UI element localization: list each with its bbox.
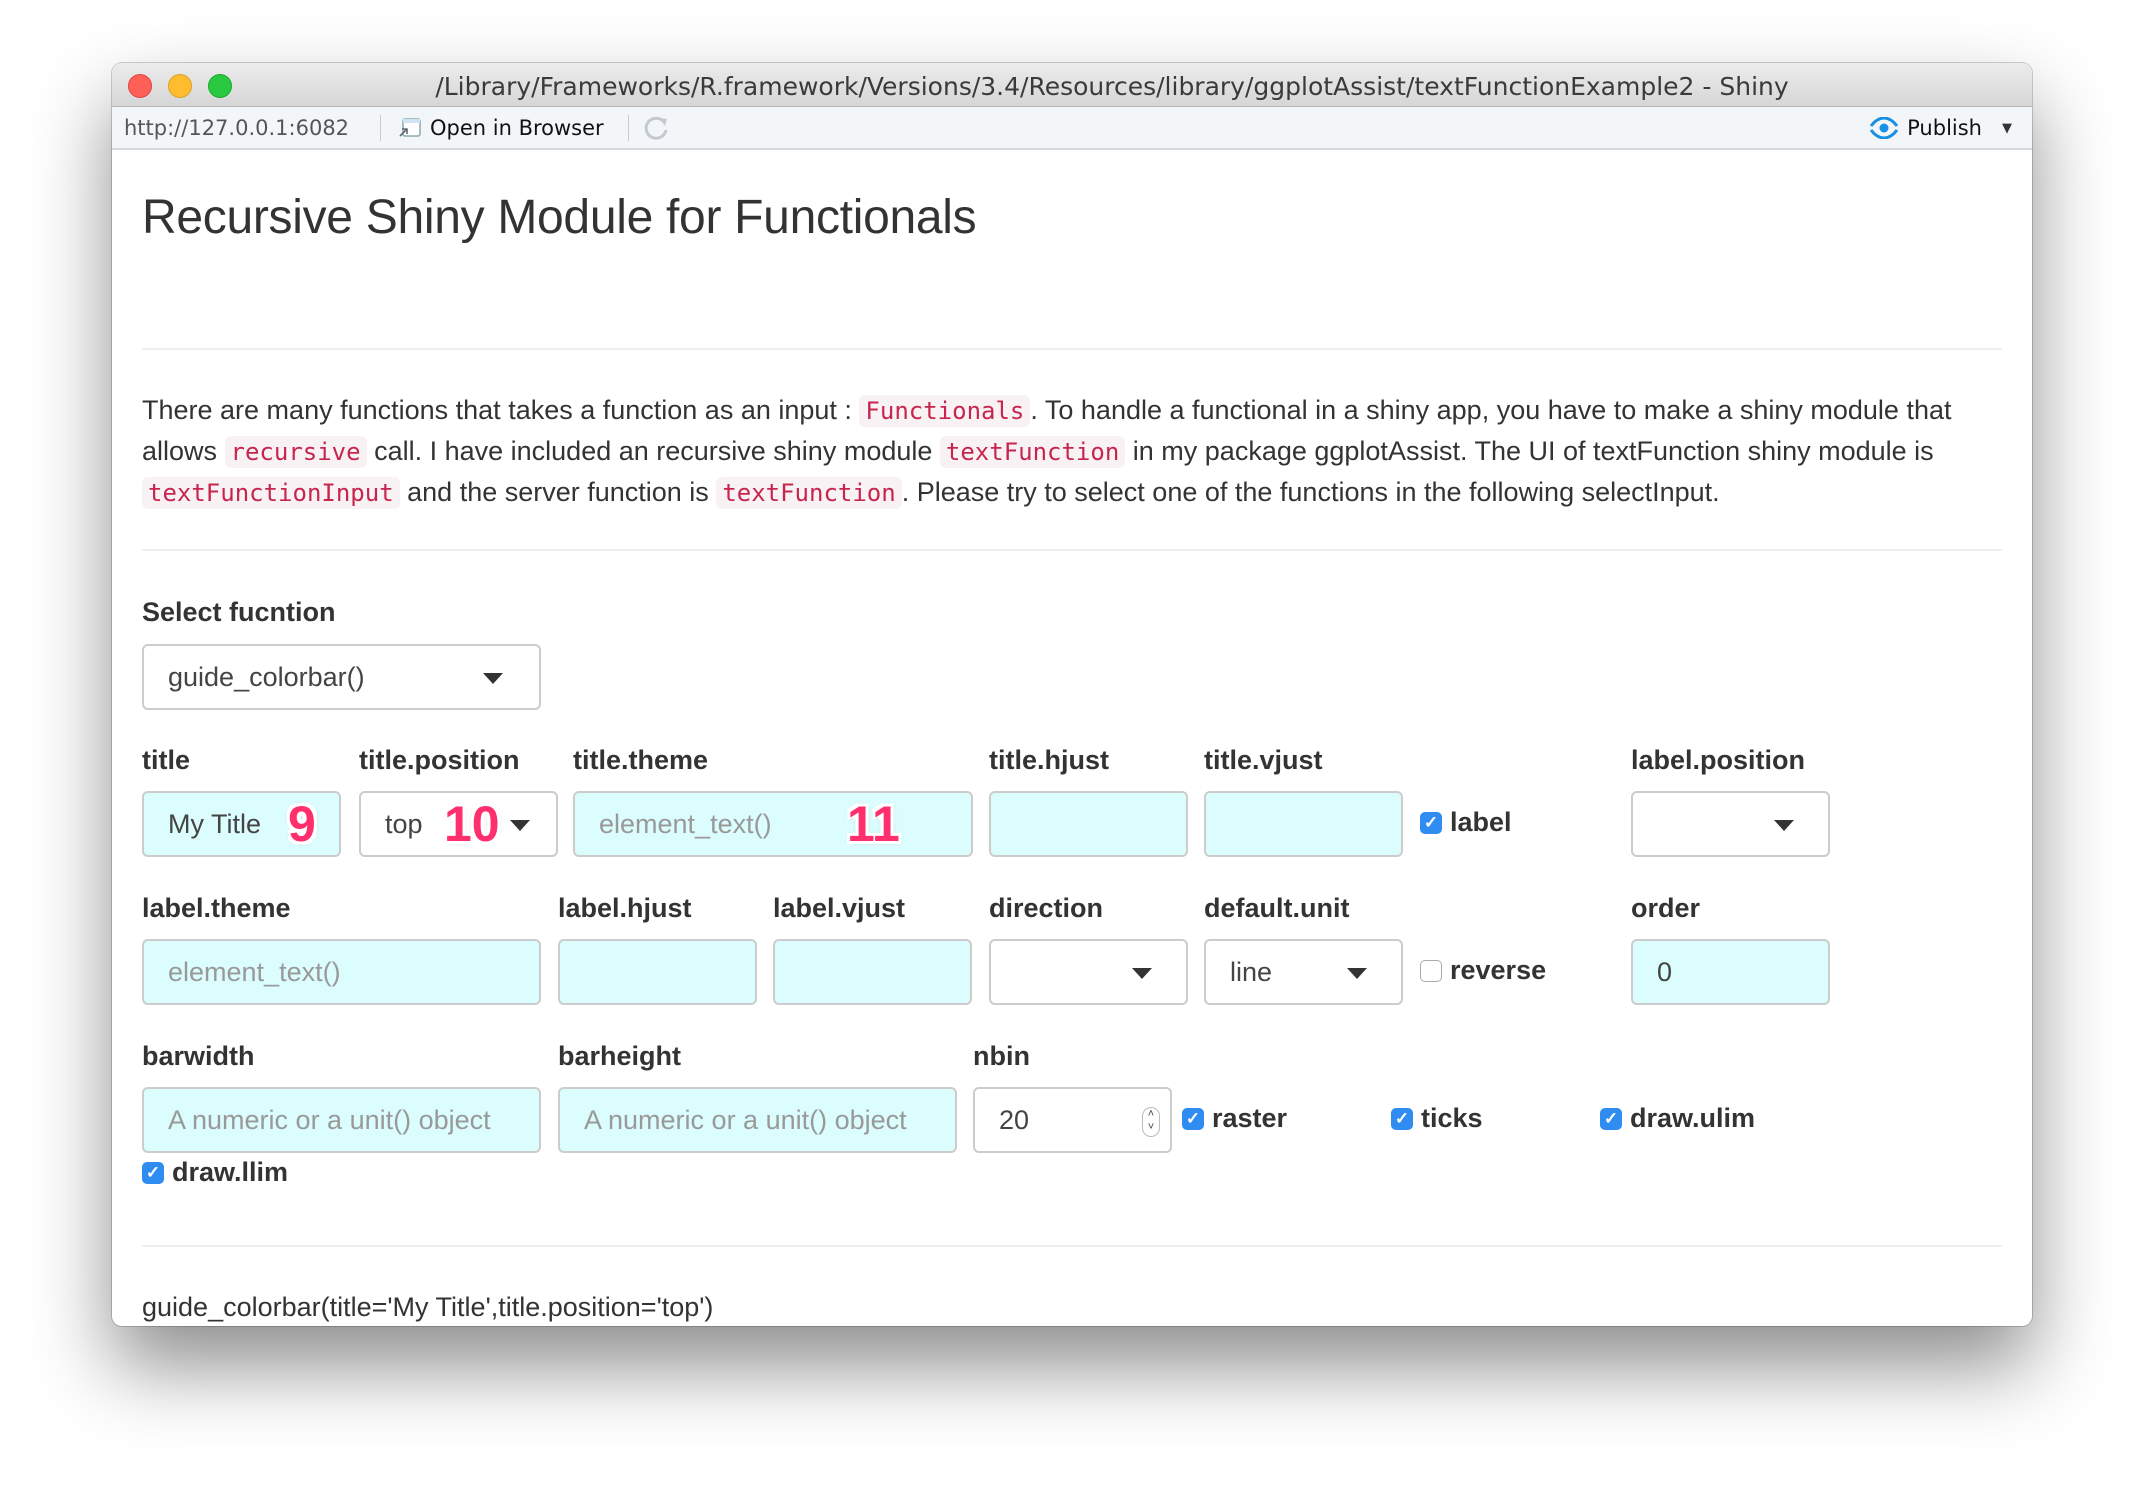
label-hjust-label: label.hjust <box>558 893 692 923</box>
inline-code: textFunctionInput <box>142 477 400 509</box>
open-in-browser-icon <box>399 118 421 137</box>
label-theme-input[interactable]: element_text() <box>142 939 541 1005</box>
inline-code: recursive <box>224 436 367 468</box>
publish-label: Publish <box>1907 116 1982 140</box>
label-position-dropdown[interactable] <box>1631 791 1830 857</box>
url-display: http://127.0.0.1:6082 <box>124 116 350 140</box>
open-in-browser-label: Open in Browser <box>430 116 604 140</box>
divider <box>142 348 2002 350</box>
label-vjust-input[interactable] <box>773 939 972 1005</box>
label-checkbox-label: label <box>1450 807 1512 837</box>
open-in-browser-button[interactable]: Open in Browser <box>398 116 604 140</box>
label-checkbox[interactable]: ✓ label <box>1420 807 1512 838</box>
title-bar: /Library/Frameworks/R.framework/Versions… <box>112 63 2032 107</box>
barheight-label: barheight <box>558 1041 682 1071</box>
default-unit-dropdown[interactable]: line <box>1204 939 1403 1005</box>
title-vjust-label: title.vjust <box>1204 745 1323 775</box>
select-function-label: Select fucntion <box>142 597 336 627</box>
annotation-badge: 9 <box>288 796 316 852</box>
paragraph-text: in my package ggplotAssist. The UI of te… <box>1125 436 1934 466</box>
barheight-input[interactable]: A numeric or a unit() object <box>558 1087 957 1153</box>
page-title: Recursive Shiny Module for Functionals <box>142 191 977 244</box>
raster-checkbox-label: raster <box>1212 1103 1288 1133</box>
barwidth-label: barwidth <box>142 1041 255 1071</box>
checkbox-checked-icon: ✓ <box>1420 811 1442 834</box>
reverse-checkbox-label: reverse <box>1450 955 1547 985</box>
number-stepper-icon[interactable]: ˄ ˅ <box>1142 1107 1160 1137</box>
divider <box>142 1245 2002 1247</box>
default-unit-value: line <box>1230 956 1273 987</box>
chevron-down-icon <box>1132 968 1152 979</box>
nbin-label: nbin <box>973 1041 1030 1071</box>
title-theme-input[interactable]: element_text() <box>573 791 973 857</box>
publish-button[interactable]: Publish ▼ <box>1869 116 2012 140</box>
checkbox-unchecked-icon <box>1420 959 1442 982</box>
chevron-down-icon <box>1774 820 1794 831</box>
ticks-checkbox-label: ticks <box>1421 1103 1483 1133</box>
publish-icon <box>1869 117 1899 139</box>
viewer-toolbar: http://127.0.0.1:6082 Open in Browser Pu… <box>112 107 2032 150</box>
inline-code: Functionals <box>859 395 1031 427</box>
label-position-label: label.position <box>1631 745 1806 775</box>
paragraph-text: There are many functions that takes a fu… <box>142 395 860 425</box>
label-theme-label: label.theme <box>142 893 291 923</box>
label-hjust-input[interactable] <box>558 939 757 1005</box>
toolbar-divider <box>628 115 629 141</box>
select-function-value: guide_colorbar() <box>168 661 365 692</box>
title-label: title <box>142 745 191 775</box>
barheight-placeholder: A numeric or a unit() object <box>584 1104 907 1135</box>
toolbar-divider <box>380 115 381 141</box>
refresh-icon <box>644 116 668 140</box>
chevron-down-icon <box>483 673 503 684</box>
title-position-value: top <box>385 808 423 839</box>
checkbox-checked-icon: ✓ <box>1391 1107 1413 1130</box>
intro-paragraph: There are many functions that takes a fu… <box>142 390 2002 513</box>
title-theme-label: title.theme <box>573 745 709 775</box>
checkbox-checked-icon: ✓ <box>142 1161 164 1184</box>
draw-llim-checkbox[interactable]: ✓ draw.llim <box>142 1157 288 1188</box>
inline-code: textFunction <box>939 436 1126 468</box>
direction-label: direction <box>989 893 1104 923</box>
label-vjust-label: label.vjust <box>773 893 906 923</box>
title-position-label: title.position <box>359 745 520 775</box>
title-theme-placeholder: element_text() <box>599 808 772 839</box>
title-hjust-input[interactable] <box>989 791 1188 857</box>
order-input[interactable]: 0 <box>1631 939 1830 1005</box>
barwidth-input[interactable]: A numeric or a unit() object <box>142 1087 541 1153</box>
title-hjust-label: title.hjust <box>989 745 1109 775</box>
order-label: order <box>1631 893 1701 923</box>
raster-checkbox[interactable]: ✓ raster <box>1182 1103 1287 1134</box>
label-theme-placeholder: element_text() <box>168 956 341 987</box>
order-value: 0 <box>1657 956 1673 987</box>
select-function-dropdown[interactable]: guide_colorbar() <box>142 644 541 710</box>
window-title: /Library/Frameworks/R.framework/Versions… <box>435 72 1789 101</box>
draw-ulim-checkbox-label: draw.ulim <box>1630 1103 1756 1133</box>
annotation-badge: 10 <box>444 796 500 852</box>
refresh-button[interactable] <box>642 113 672 148</box>
divider <box>142 549 2002 551</box>
draw-ulim-checkbox[interactable]: ✓ draw.ulim <box>1600 1103 1755 1134</box>
ticks-checkbox[interactable]: ✓ ticks <box>1391 1103 1483 1134</box>
paragraph-text: call. I have included an recursive shiny… <box>366 436 940 466</box>
chevron-down-icon <box>510 820 530 831</box>
direction-dropdown[interactable] <box>989 939 1188 1005</box>
paragraph-text: and the server function is <box>399 477 717 507</box>
title-vjust-input[interactable] <box>1204 791 1403 857</box>
checkbox-checked-icon: ✓ <box>1182 1107 1204 1130</box>
default-unit-label: default.unit <box>1204 893 1350 923</box>
nbin-value: 20 <box>999 1104 1030 1135</box>
inline-code: textFunction <box>716 477 902 509</box>
app-window: /Library/Frameworks/R.framework/Versions… <box>112 63 2032 1326</box>
paragraph-text: . Please try to select one of the functi… <box>901 477 1720 507</box>
barwidth-placeholder: A numeric or a unit() object <box>168 1104 491 1135</box>
reverse-checkbox[interactable]: reverse <box>1420 955 1546 986</box>
generated-code-output: guide_colorbar(title='My Title',title.po… <box>142 1292 714 1322</box>
checkbox-checked-icon: ✓ <box>1600 1107 1622 1130</box>
nbin-input[interactable]: 20 ˄ ˅ <box>973 1087 1172 1153</box>
annotation-badge: 11 <box>847 796 900 852</box>
draw-llim-checkbox-label: draw.llim <box>172 1157 289 1187</box>
chevron-down-icon <box>1347 968 1367 979</box>
title-input-value: My Title <box>168 808 262 839</box>
publish-dropdown-icon[interactable]: ▼ <box>2002 121 2012 136</box>
